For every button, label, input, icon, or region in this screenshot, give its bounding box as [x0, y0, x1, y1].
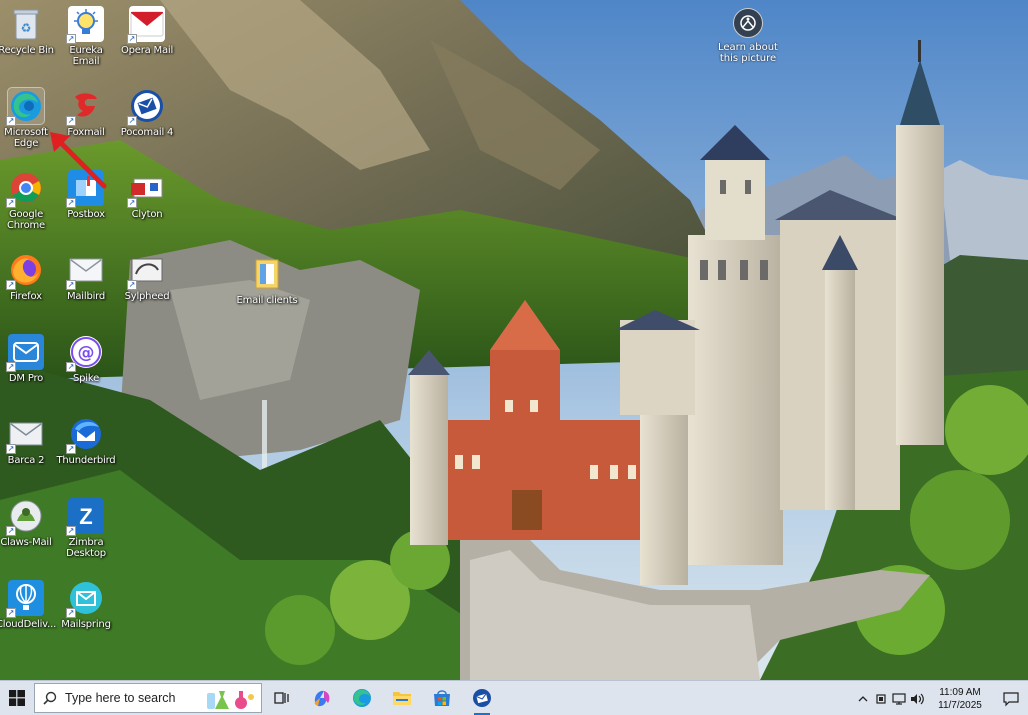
camera-lens-icon — [733, 8, 763, 38]
desktop-icon-label: Barca 2 — [7, 455, 45, 466]
desktop-icon-label: Mailbird — [66, 291, 106, 302]
desktop-icon-thunderbird[interactable]: ↗ Thunderbird — [56, 416, 116, 466]
desktop-icon-label: Thunderbird — [56, 455, 116, 466]
desktop-icon-dm-pro[interactable]: ↗ DM Pro — [0, 334, 56, 384]
zimbra-icon: Z ↗ — [66, 498, 104, 536]
desktop-icon-claws-mail[interactable]: ↗ Claws-Mail — [0, 498, 56, 548]
pocomail-icon — [473, 689, 491, 707]
svg-text:♻: ♻ — [21, 21, 32, 35]
mailspring-icon: ↗ — [66, 580, 104, 618]
thunderbird-icon: ↗ — [66, 416, 104, 454]
taskbar-file-explorer[interactable] — [382, 681, 422, 715]
desktop-icon-mailspring[interactable]: ↗ Mailspring — [56, 580, 116, 630]
svg-text:Z: Z — [79, 504, 92, 529]
desktop-icon-label: Claws-Mail — [0, 537, 52, 548]
taskbar-edge[interactable] — [342, 681, 382, 715]
clock-time: 11:09 AM — [939, 686, 981, 698]
clouddeliver-icon: ↗ — [6, 580, 44, 618]
desktop-icon-zimbra[interactable]: Z ↗ Zimbra Desktop — [56, 498, 116, 559]
taskbar-clock[interactable]: 11:09 AM 11/7/2025 — [932, 686, 988, 712]
tray-overflow-chevron-icon[interactable] — [854, 681, 872, 715]
desktop-icon-label: Clyton — [131, 209, 163, 220]
recycle-bin-icon: ♻ — [8, 6, 44, 42]
system-tray: 11:09 AM 11/7/2025 — [854, 681, 1028, 715]
taskbar-microsoft-store[interactable] — [422, 681, 462, 715]
sylpheed-icon: ↗ — [127, 252, 165, 290]
learn-about-picture[interactable]: Learn about this picture — [716, 8, 780, 64]
search-placeholder: Type here to search — [65, 691, 176, 705]
desktop-icon-eureka-email[interactable]: ↗ Eureka Email — [56, 6, 116, 67]
volume-icon[interactable] — [908, 681, 926, 715]
foxmail-icon: ↗ — [66, 88, 104, 126]
svg-text:@: @ — [78, 343, 95, 363]
red-arrow-annotation — [50, 132, 107, 189]
desktop-icon-label: Sylpheed — [124, 291, 170, 302]
desktop-icon-label: Firefox — [10, 291, 42, 302]
taskbar: Type here to search 11:09 AM 11/7/2025 — [0, 680, 1028, 715]
desktop-icon-firefox[interactable]: ↗ Firefox — [0, 252, 56, 302]
start-button[interactable] — [0, 681, 34, 715]
task-view-button[interactable] — [262, 681, 302, 715]
opera-mail-icon: ↗ — [127, 6, 165, 44]
desktop-icon-label: Pocomail 4 — [120, 127, 174, 138]
store-icon — [434, 690, 450, 706]
edge-icon: ↗ — [6, 87, 45, 126]
firefox-icon: ↗ — [6, 252, 44, 290]
taskbar-pocomail[interactable] — [462, 681, 502, 715]
desktop-icon-label: Recycle Bin — [0, 45, 54, 56]
clock-date: 11/7/2025 — [938, 699, 982, 711]
folder-icon — [393, 692, 411, 705]
taskbar-copilot[interactable] — [302, 681, 342, 715]
desktop-icon-spike[interactable]: @ ↗ Spike — [56, 334, 116, 384]
folder-icon — [249, 256, 285, 292]
desktop-icon-label: CloudDeliv... — [0, 619, 57, 630]
chrome-icon: ↗ — [6, 170, 44, 208]
desktop-icon-label: Email clients — [236, 295, 298, 306]
pocomail-icon: ↗ — [127, 88, 165, 126]
desktop-icon-label: Google Chrome — [6, 209, 46, 231]
edge-icon — [353, 689, 371, 707]
search-highlight-icon — [207, 691, 254, 709]
mailbird-icon: ↗ — [66, 252, 104, 290]
desktop-icon-label: Postbox — [67, 209, 105, 220]
clyton-icon: ↗ — [127, 170, 165, 208]
barca-icon: ↗ — [6, 416, 44, 454]
network-icon[interactable] — [890, 681, 908, 715]
desktop-icon-pocomail[interactable]: ↗ Pocomail 4 — [117, 88, 177, 138]
notification-icon — [1003, 691, 1019, 706]
tray-app-icon[interactable] — [872, 681, 890, 715]
desktop-icon-sylpheed[interactable]: ↗ Sylpheed — [117, 252, 177, 302]
dm-pro-icon: ↗ — [6, 334, 44, 372]
search-icon — [43, 691, 57, 705]
taskbar-search-box[interactable]: Type here to search — [34, 683, 262, 713]
desktop-icon-recycle-bin[interactable]: ♻ Recycle Bin — [0, 6, 56, 56]
eureka-email-icon: ↗ — [66, 6, 104, 44]
learn-about-picture-label: Learn about this picture — [718, 42, 778, 64]
spike-icon: @ ↗ — [66, 334, 104, 372]
desktop-icon-label: Eureka Email — [69, 45, 103, 67]
desktop-icon-label: Mailspring — [61, 619, 111, 630]
desktop-icon-mailbird[interactable]: ↗ Mailbird — [56, 252, 116, 302]
desktop-icon-opera-mail[interactable]: ↗ Opera Mail — [117, 6, 177, 56]
desktop-folder-email-clients[interactable]: Email clients — [236, 256, 298, 306]
claws-mail-icon: ↗ — [6, 498, 44, 536]
desktop-icon-label: DM Pro — [8, 373, 44, 384]
notification-button[interactable] — [994, 681, 1028, 715]
windows-logo-icon — [9, 690, 25, 706]
desktop-icon-label: Spike — [72, 373, 100, 384]
desktop-icon-label: Opera Mail — [120, 45, 174, 56]
task-view-icon — [274, 692, 289, 704]
desktop-icon-clouddeliver[interactable]: ↗ CloudDeliv... — [0, 580, 56, 630]
desktop-icon-label: Zimbra Desktop — [66, 537, 106, 559]
desktop-icon-barca[interactable]: ↗ Barca 2 — [0, 416, 56, 466]
desktop-icon-clyton[interactable]: ↗ Clyton — [117, 170, 177, 220]
copilot-icon — [314, 690, 330, 707]
